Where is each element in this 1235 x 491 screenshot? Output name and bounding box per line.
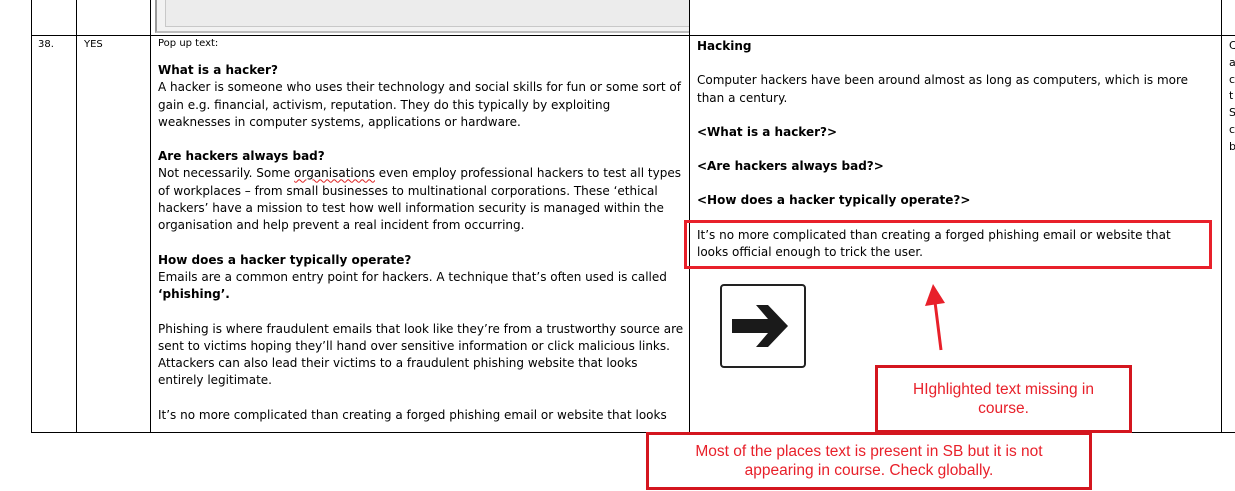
table-border-col3 [689,0,690,433]
course-link-what-is-hacker[interactable]: <What is a hacker?> [697,124,1212,141]
course-link-how-hacker-operates[interactable]: <How does a hacker typically operate?> [697,192,1212,209]
table-row-divider [31,35,1235,36]
body-what-is-hacker: A hacker is someone who uses their techn… [158,80,681,129]
annotation-pointer-arrow [925,284,945,351]
table-border-col4 [1221,0,1222,433]
row-number: 38. [38,39,54,50]
previous-row-image-fragment [155,0,689,33]
popup-label: Pop up text: [158,38,219,49]
table-border-col2 [150,0,151,433]
row-flag: YES [84,39,103,50]
next-arrow-button[interactable] [720,284,806,368]
callout-check-globally: Most of the places text is present in SB… [646,432,1092,490]
body-are-hackers-bad: Not necessarily. Some organisations even… [158,166,681,233]
callout-highlighted-missing: HIghlighted text missing in course. [875,365,1132,433]
phishing-term: ‘phishing’. [158,287,230,302]
arrow-right-icon [732,305,788,347]
table-border-col1 [76,0,77,433]
spellcheck-flagged-word: organisations [294,166,375,181]
storyboard-popup-text: Pop up text: What is a hacker? A hacker … [158,38,686,432]
body-last-line: It’s no more complicated than creating a… [158,407,667,422]
body-phishing: Phishing is where fraudulent emails that… [158,321,684,388]
body-how-hacker-operates: Emails are a common entry point for hack… [158,269,667,302]
heading-are-hackers-bad: Are hackers always bad? [158,149,325,164]
course-title: Hacking [697,39,752,53]
next-column-fragment: C a c t S c b [1229,39,1235,153]
table-border-left [31,0,32,433]
heading-how-hacker-operates: How does a hacker typically operate? [158,252,412,267]
course-intro: Computer hackers have been around almost… [697,73,1189,105]
highlight-box [684,220,1212,269]
course-link-are-hackers-bad[interactable]: <Are hackers always bad?> [697,158,1212,175]
heading-what-is-hacker: What is a hacker? [158,63,278,77]
